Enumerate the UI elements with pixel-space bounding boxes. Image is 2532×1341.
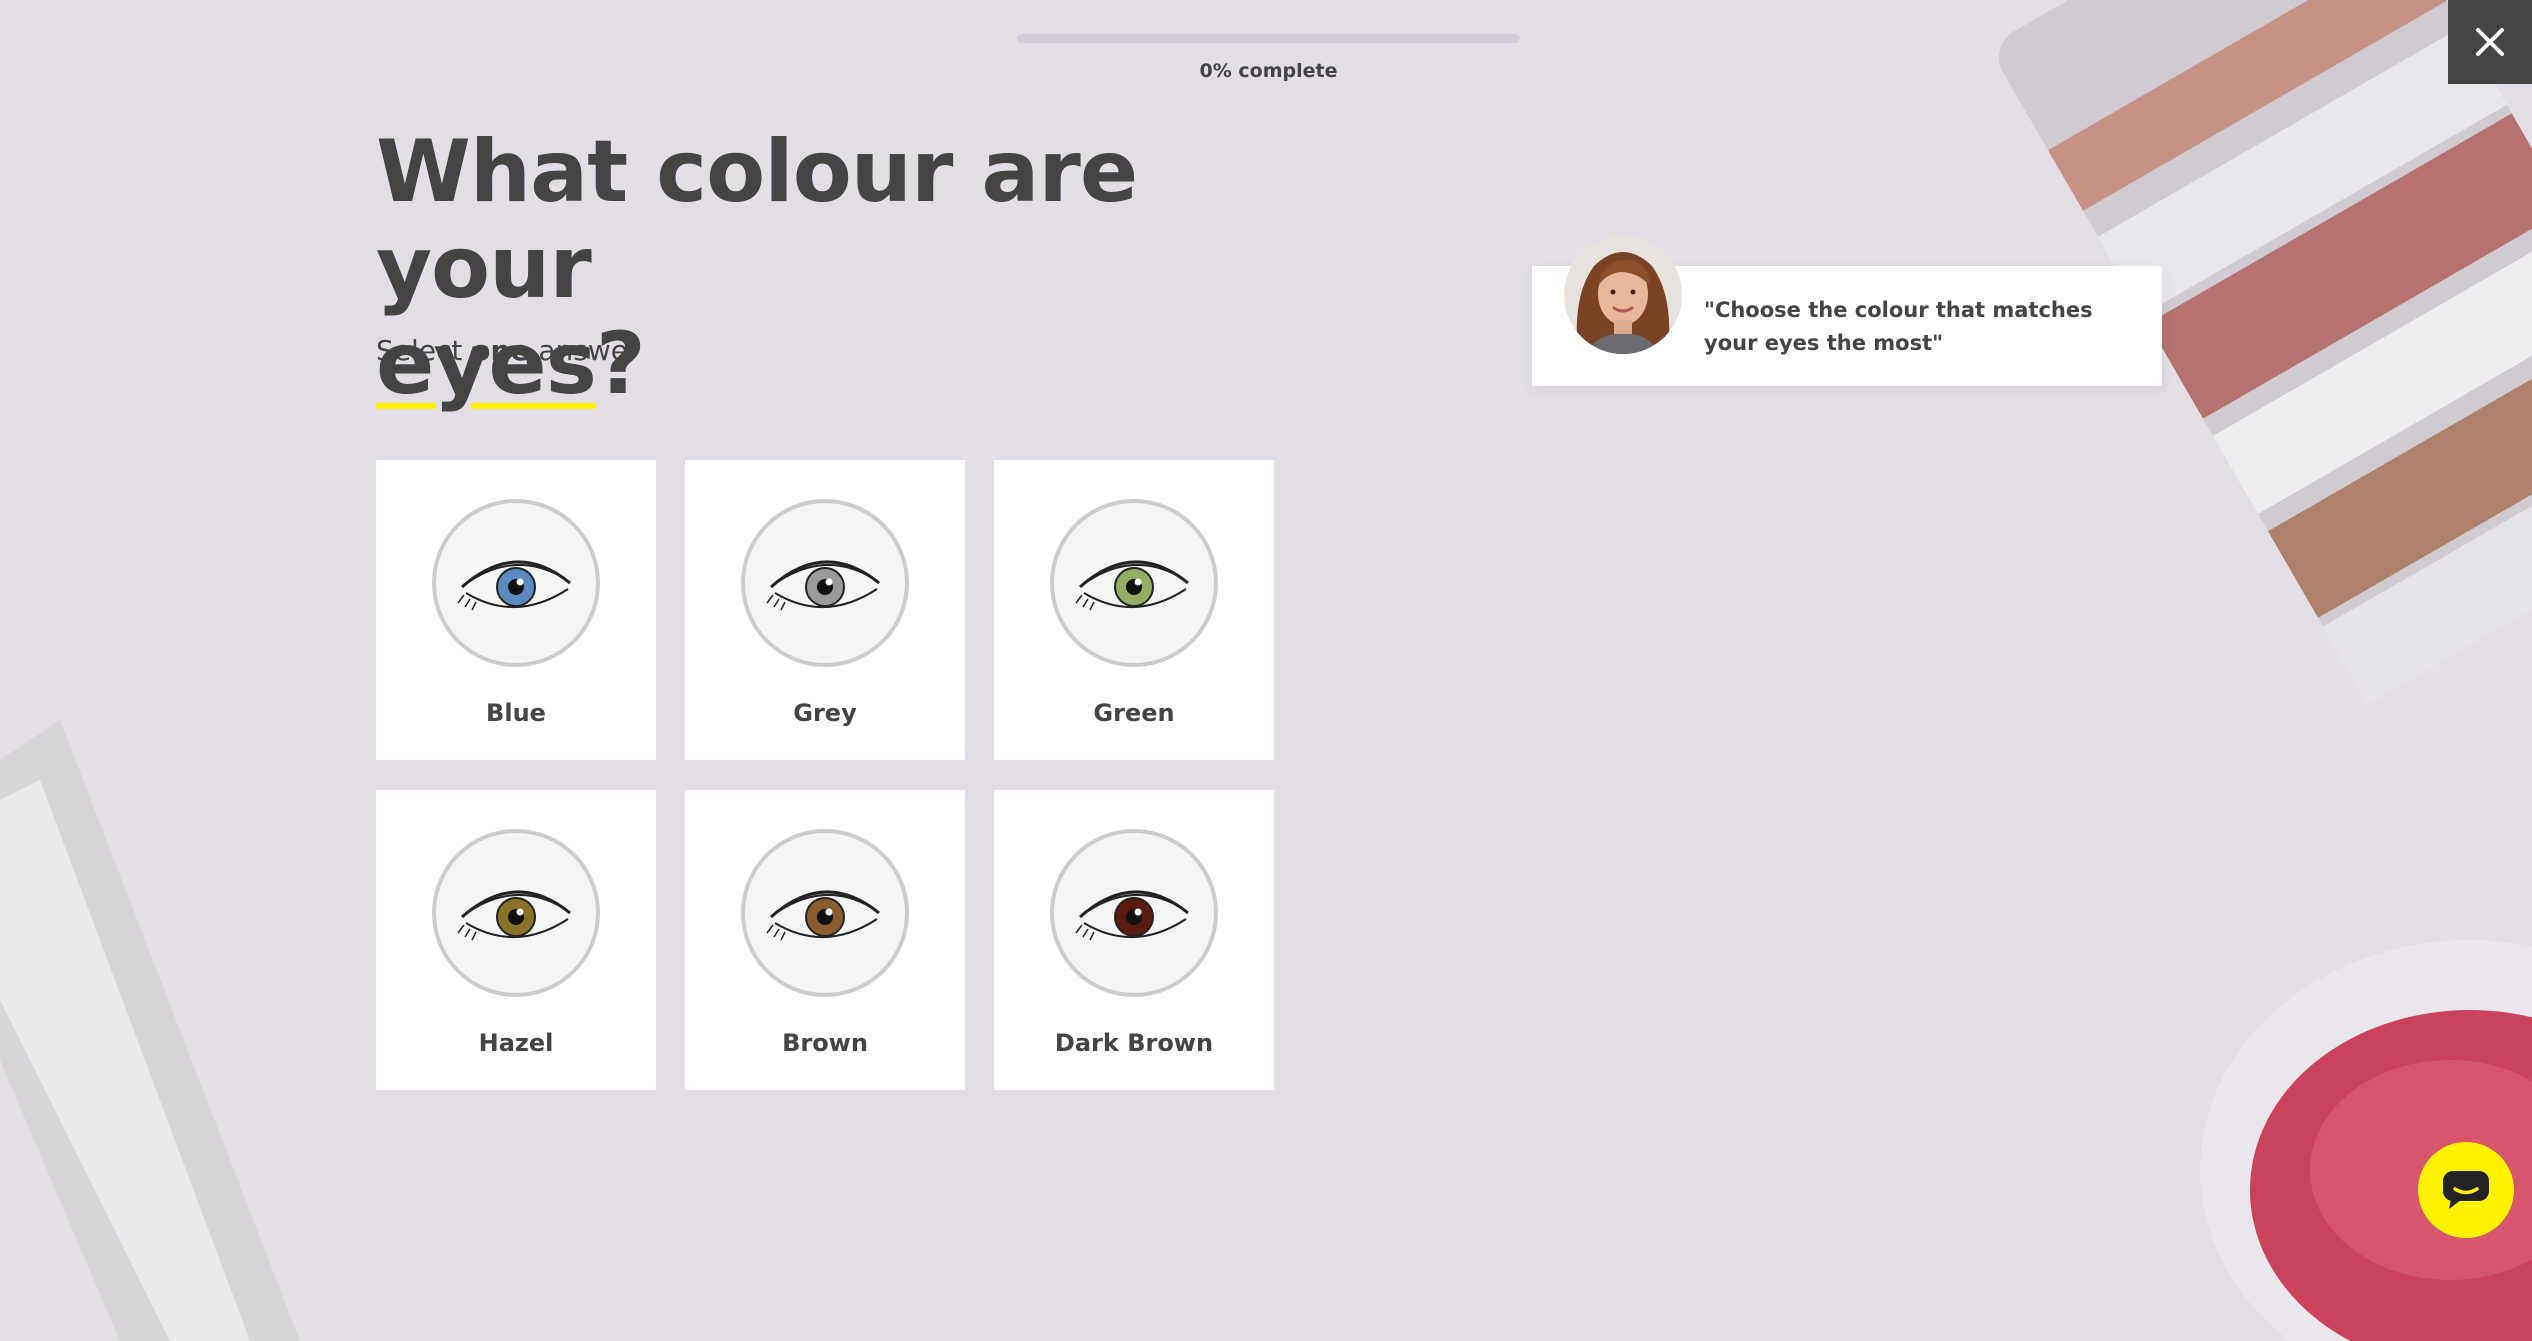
option-label: Hazel xyxy=(478,1029,554,1057)
tip-text: "Choose the colour that matches your eye… xyxy=(1704,298,2093,355)
answer-options: Blue Grey Green Hazel Brown Dark Brown xyxy=(376,460,1276,1090)
chat-button[interactable] xyxy=(2418,1142,2514,1238)
eye-circle xyxy=(741,829,909,997)
progress-bar xyxy=(1017,34,1520,43)
hazel-eye-icon xyxy=(457,890,571,941)
question-subtitle: Select one answer xyxy=(376,334,640,367)
close-button[interactable] xyxy=(2448,0,2532,84)
brown-eye-icon xyxy=(766,890,880,941)
option-dark-brown[interactable]: Dark Brown xyxy=(994,790,1274,1090)
question-title: What colour are your eyes? xyxy=(376,122,1138,414)
blue-eye-icon xyxy=(457,560,571,611)
dark-brown-eye-icon xyxy=(1075,890,1189,941)
eye-circle xyxy=(432,499,600,667)
option-hazel[interactable]: Hazel xyxy=(376,790,656,1090)
eye-circle xyxy=(432,829,600,997)
avatar-portrait-icon xyxy=(1564,236,1682,354)
option-label: Grey xyxy=(793,699,857,727)
option-label: Blue xyxy=(486,699,546,727)
chat-icon xyxy=(2443,1171,2489,1209)
eye-circle xyxy=(1050,499,1218,667)
option-brown[interactable]: Brown xyxy=(685,790,965,1090)
avatar xyxy=(1564,236,1682,354)
green-eye-icon xyxy=(1075,560,1189,611)
eye-circle xyxy=(741,499,909,667)
progress-text: 0% complete xyxy=(1199,60,1338,82)
option-label: Dark Brown xyxy=(1054,1029,1214,1057)
close-icon xyxy=(2476,28,2504,56)
option-blue[interactable]: Blue xyxy=(376,460,656,760)
eye-circle xyxy=(1050,829,1218,997)
grey-eye-icon xyxy=(766,560,880,611)
option-green[interactable]: Green xyxy=(994,460,1274,760)
option-grey[interactable]: Grey xyxy=(685,460,965,760)
option-label: Brown xyxy=(782,1029,868,1057)
option-label: Green xyxy=(1093,699,1175,727)
